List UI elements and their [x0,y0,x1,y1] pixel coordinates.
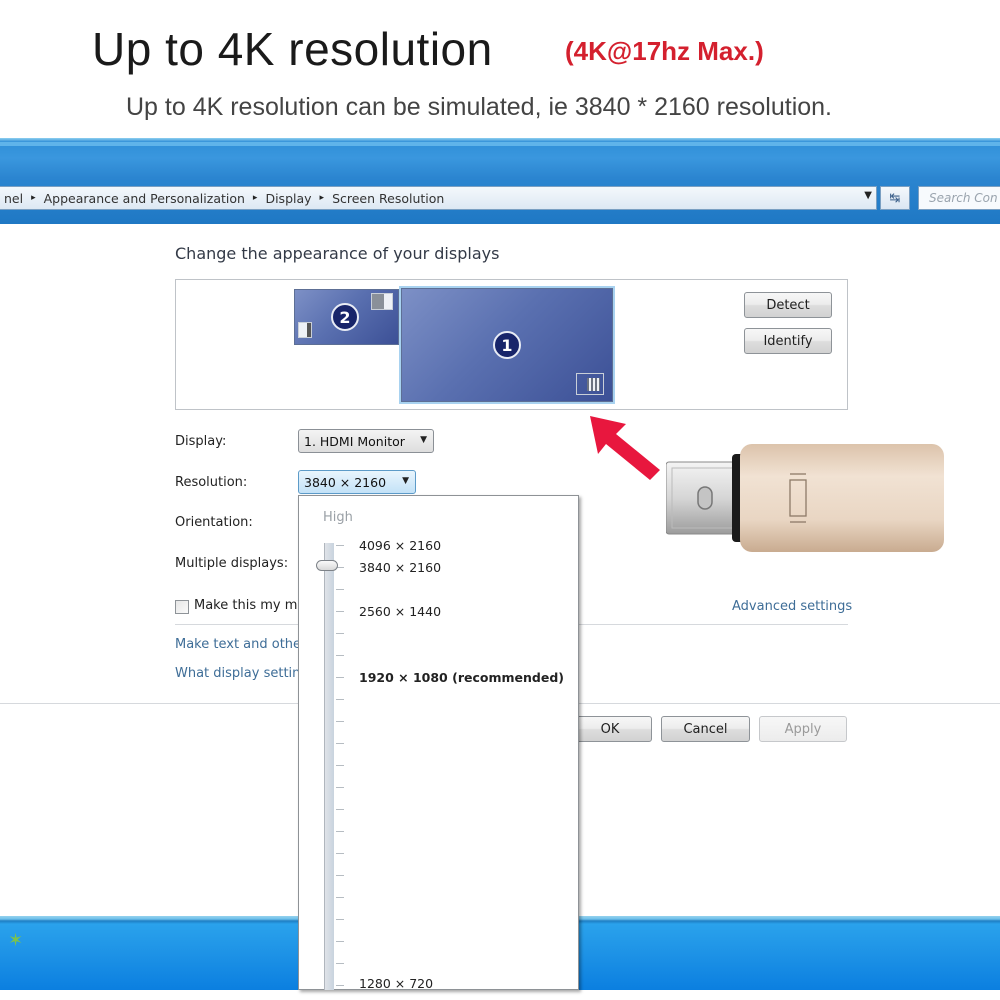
slider-tick [336,831,344,832]
resolution-high-label: High [323,510,353,525]
cancel-button[interactable]: Cancel [661,716,750,742]
orientation-label: Orientation: [175,515,253,530]
resolution-option[interactable]: 4096 × 2160 [359,538,441,553]
resolution-slider-track[interactable] [324,543,334,990]
mini-displayport-adapter-icon [666,444,944,552]
monitor-number-badge: 2 [331,303,359,331]
slider-tick [336,875,344,876]
slider-tick [336,853,344,854]
breadcrumb-appearance[interactable]: Appearance and Personalization [40,191,249,206]
bottom-margin [0,990,1000,1000]
monitor-1[interactable]: 1 [401,288,613,402]
display-settings-help-link[interactable]: What display setting [175,666,309,681]
breadcrumb-screen-resolution[interactable]: Screen Resolution [328,191,448,206]
refresh-button[interactable]: ↹ [880,186,910,210]
resolution-option[interactable]: 3840 × 2160 [359,560,441,575]
slider-tick [336,743,344,744]
refresh-icon: ↹ [889,190,901,206]
breadcrumb-separator-icon[interactable]: ▸ [249,193,262,203]
monitor-number-badge: 1 [493,331,521,359]
breadcrumb-separator-icon[interactable]: ▸ [316,193,329,203]
slider-tick [336,985,344,986]
address-dropdown-icon[interactable]: ▼ [864,190,872,201]
window-thumbnail-icon [371,293,393,310]
display-select-value: 1. HDMI Monitor [304,434,405,449]
breadcrumb-control-panel[interactable]: nel [0,191,27,206]
address-bar[interactable]: nel ▸ Appearance and Personalization ▸ D… [0,186,877,210]
slider-tick [336,633,344,634]
resolution-option[interactable]: 1280 × 720 [359,976,433,991]
main-display-checkbox-label[interactable]: Make this my ma [194,598,305,613]
slider-tick [336,721,344,722]
apply-button[interactable]: Apply [759,716,847,742]
page-title: Change the appearance of your displays [175,244,500,263]
resolution-label: Resolution: [175,475,248,490]
monitor-2[interactable]: 2 [294,289,399,345]
search-input[interactable]: Search Con [918,186,1000,210]
slider-tick [336,919,344,920]
resolution-select-value: 3840 × 2160 [304,475,387,490]
promo-headline: Up to 4K resolution [92,23,493,75]
breadcrumb-separator-icon[interactable]: ▸ [27,193,40,203]
slider-tick [336,963,344,964]
slider-tick [336,765,344,766]
advanced-settings-link[interactable]: Advanced settings [732,599,852,614]
slider-tick [336,677,344,678]
slider-tick [336,545,344,546]
slider-tick [336,897,344,898]
resolution-select[interactable]: 3840 × 2160 ▼ [298,470,416,494]
wallpaper-leaf-icon: ✶ [8,930,24,951]
window-thumbnail-icon [298,322,312,338]
red-arrow-icon [590,416,660,480]
multiple-displays-label: Multiple displays: [175,556,289,571]
promo-badge: (4K@17hz Max.) [565,36,764,66]
display-select[interactable]: 1. HDMI Monitor ▼ [298,429,434,453]
resolution-option[interactable]: 2560 × 1440 [359,604,441,619]
slider-tick [336,809,344,810]
slider-tick [336,655,344,656]
promo-subline: Up to 4K resolution can be simulated, ie… [126,93,833,121]
slider-tick [336,611,344,612]
chevron-down-icon: ▼ [402,476,409,486]
slider-tick [336,699,344,700]
resolution-slider-thumb[interactable] [316,560,338,571]
slider-tick [336,941,344,942]
slider-tick [336,589,344,590]
chevron-down-icon: ▼ [420,435,427,445]
resolution-option-recommended[interactable]: 1920 × 1080 (recommended) [359,670,564,685]
breadcrumb-display[interactable]: Display [261,191,315,206]
window-thumbnail-icon [576,373,604,395]
slider-tick [336,787,344,788]
main-display-checkbox[interactable] [175,600,189,614]
detect-button[interactable]: Detect [744,292,832,318]
identify-button[interactable]: Identify [744,328,832,354]
display-label: Display: [175,434,227,449]
window-titlebar [0,138,1000,224]
text-size-link[interactable]: Make text and other [175,637,306,652]
ok-button[interactable]: OK [568,716,652,742]
